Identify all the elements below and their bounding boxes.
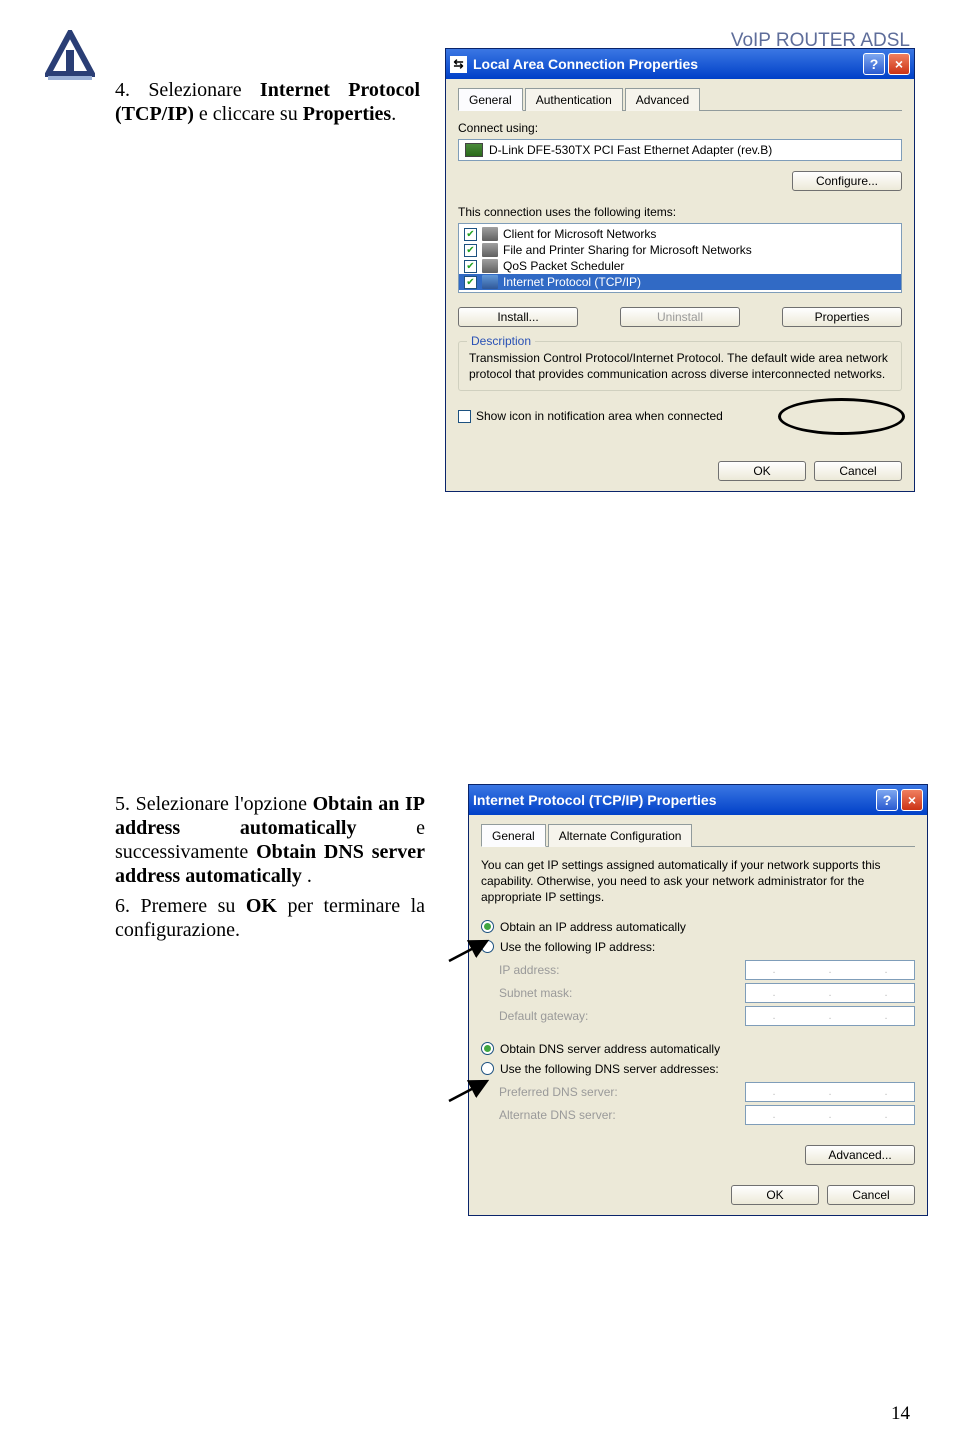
radio-label: Use the following IP address:: [500, 940, 655, 954]
cancel-button[interactable]: Cancel: [827, 1185, 915, 1205]
advanced-button[interactable]: Advanced...: [805, 1145, 915, 1165]
ok-button[interactable]: OK: [731, 1185, 819, 1205]
uninstall-button[interactable]: Uninstall: [620, 307, 740, 327]
annotation-circle: [778, 398, 905, 435]
list-item-selected[interactable]: ✔ Internet Protocol (TCP/IP): [459, 274, 901, 290]
list-item[interactable]: ✔ QoS Packet Scheduler: [459, 258, 901, 274]
subnet-label: Subnet mask:: [499, 986, 572, 1000]
radio-label: Obtain DNS server address automatically: [500, 1042, 720, 1056]
radio-label: Use the following DNS server addresses:: [500, 1062, 719, 1076]
dialog-title: Internet Protocol (TCP/IP) Properties: [473, 792, 716, 808]
alt-dns-label: Alternate DNS server:: [499, 1108, 616, 1122]
show-icon-label: Show icon in notification area when conn…: [476, 409, 723, 423]
pref-dns-field: ...: [745, 1082, 915, 1102]
client-icon: [482, 227, 498, 241]
titlebar-close-button[interactable]: ×: [888, 53, 910, 75]
subnet-field: ...: [745, 983, 915, 1003]
list-item[interactable]: ✔ File and Printer Sharing for Microsoft…: [459, 242, 901, 258]
tab-authentication[interactable]: Authentication: [525, 88, 623, 111]
titlebar-close-button[interactable]: ×: [901, 789, 923, 811]
tab-advanced[interactable]: Advanced: [625, 88, 700, 111]
dialog-title: Local Area Connection Properties: [473, 56, 698, 72]
list-item[interactable]: ✔ Client for Microsoft Networks: [459, 226, 901, 242]
page-number: 14: [891, 1403, 910, 1425]
radio-obtain-ip-auto[interactable]: [481, 920, 494, 933]
protocol-listbox[interactable]: ✔ Client for Microsoft Networks ✔ File a…: [458, 223, 902, 293]
annotation-arrow: [447, 935, 497, 970]
configure-button[interactable]: Configure...: [792, 171, 902, 191]
description-label: Description: [467, 334, 535, 348]
checkbox-icon[interactable]: ✔: [464, 244, 477, 257]
intro-text: You can get IP settings assigned automat…: [481, 857, 915, 906]
checkbox-icon[interactable]: ✔: [464, 228, 477, 241]
radio-label: Obtain an IP address automatically: [500, 920, 686, 934]
window-icon: ⇆: [450, 56, 467, 73]
annotation-arrow: [447, 1075, 497, 1110]
install-button[interactable]: Install...: [458, 307, 578, 327]
instruction-step-4: 4. Selezionare Internet Protocol (TCP/IP…: [115, 78, 420, 126]
network-card-icon: [465, 143, 483, 157]
tab-general[interactable]: General: [458, 88, 523, 111]
instruction-steps-5-6: 5. Selezionare l'opzione Obtain an IP ad…: [115, 792, 425, 942]
ip-address-label: IP address:: [499, 963, 559, 977]
alt-dns-field: ...: [745, 1105, 915, 1125]
connect-using-label: Connect using:: [458, 121, 902, 135]
tcpip-properties-dialog: Internet Protocol (TCP/IP) Properties ? …: [468, 784, 928, 1216]
radio-use-dns[interactable]: [481, 1062, 494, 1075]
radio-obtain-dns-auto[interactable]: [481, 1042, 494, 1055]
show-icon-checkbox[interactable]: ✔: [458, 410, 471, 423]
service-icon: [482, 259, 498, 273]
protocol-icon: [482, 275, 498, 289]
titlebar-help-button[interactable]: ?: [876, 789, 898, 811]
ip-address-field: ...: [745, 960, 915, 980]
gateway-field: ...: [745, 1006, 915, 1026]
pref-dns-label: Preferred DNS server:: [499, 1085, 618, 1099]
tab-alternate-config[interactable]: Alternate Configuration: [548, 824, 693, 847]
tab-general[interactable]: General: [481, 824, 546, 847]
uses-items-label: This connection uses the following items…: [458, 205, 902, 219]
titlebar-help-button[interactable]: ?: [863, 53, 885, 75]
description-text: Transmission Control Protocol/Internet P…: [469, 350, 891, 382]
company-logo: [45, 30, 95, 80]
gateway-label: Default gateway:: [499, 1009, 588, 1023]
service-icon: [482, 243, 498, 257]
properties-button[interactable]: Properties: [782, 307, 902, 327]
adapter-field: D-Link DFE-530TX PCI Fast Ethernet Adapt…: [458, 139, 902, 161]
checkbox-icon[interactable]: ✔: [464, 276, 477, 289]
cancel-button[interactable]: Cancel: [814, 461, 902, 481]
ok-button[interactable]: OK: [718, 461, 806, 481]
checkbox-icon[interactable]: ✔: [464, 260, 477, 273]
